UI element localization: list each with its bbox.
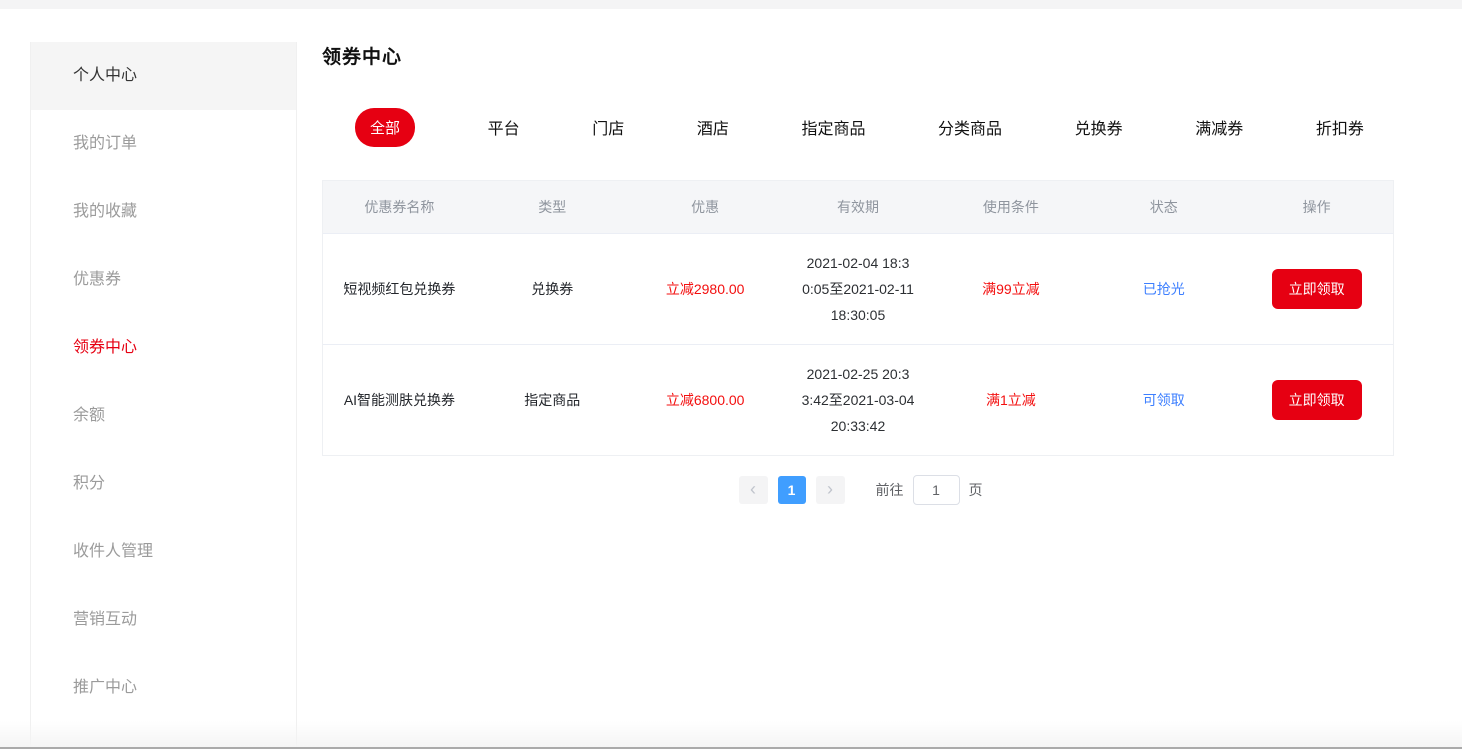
sidebar-item-my-orders[interactable]: 我的订单 [31,110,296,178]
col-header-coupon-name: 优惠券名称 [323,197,476,217]
coupon-action-cell: 立即领取 [1240,380,1393,420]
prev-page-button[interactable]: ‹ [739,476,768,504]
sidebar-item-balance[interactable]: 余额 [31,382,296,450]
tab-exchange-coupon[interactable]: 兑换券 [1075,115,1123,139]
chevron-left-icon: ‹ [750,480,756,498]
tab-full-reduction-coupon[interactable]: 满减券 [1195,115,1243,139]
coupon-action-cell: 立即领取 [1240,269,1393,309]
validity-line: 20:33:42 [788,413,929,439]
col-header-status: 状态 [1087,197,1240,217]
coupon-condition: 满1立减 [934,390,1087,410]
coupon-validity: 2021-02-25 20:3 3:42至2021-03-04 20:33:42 [782,361,935,439]
goto-page-label: 前往 [876,480,904,500]
coupon-table: 优惠券名称 类型 优惠 有效期 使用条件 状态 操作 短视频红包兑换券 兑换券 … [322,180,1394,456]
bottom-fade [0,721,1462,749]
col-header-validity: 有效期 [782,197,935,217]
tab-specified-goods[interactable]: 指定商品 [801,115,865,139]
coupon-type: 指定商品 [476,390,629,410]
sidebar-item-personal-center[interactable]: 个人中心 [31,42,296,110]
tab-store[interactable]: 门店 [592,115,624,139]
tab-all[interactable]: 全部 [355,108,415,147]
validity-line: 2021-02-04 18:3 [788,250,929,276]
coupon-discount: 立减6800.00 [629,390,782,410]
tab-category-goods[interactable]: 分类商品 [938,115,1002,139]
coupon-type: 兑换券 [476,279,629,299]
claim-now-button[interactable]: 立即领取 [1272,380,1362,420]
tab-platform[interactable]: 平台 [488,115,520,139]
validity-line: 2021-02-25 20:3 [788,361,929,387]
sidebar-item-promotion-center[interactable]: 推广中心 [31,654,296,722]
validity-line: 3:42至2021-03-04 [788,387,929,413]
coupon-status: 已抢光 [1087,279,1240,299]
coupon-validity: 2021-02-04 18:3 0:05至2021-02-11 18:30:05 [782,250,935,328]
coupon-name: 短视频红包兑换券 [323,279,476,299]
col-header-discount: 优惠 [629,197,782,217]
table-row: AI智能测肤兑换券 指定商品 立减6800.00 2021-02-25 20:3… [323,344,1393,455]
tab-hotel[interactable]: 酒店 [697,115,729,139]
table-row: 短视频红包兑换券 兑换券 立减2980.00 2021-02-04 18:3 0… [323,233,1393,344]
coupon-discount: 立减2980.00 [629,279,782,299]
chevron-right-icon: › [827,480,833,498]
main-content: 领券中心 全部 平台 门店 酒店 指定商品 分类商品 兑换券 满减券 折扣券 优… [322,42,1394,742]
col-header-condition: 使用条件 [934,197,1087,217]
sidebar: 个人中心 我的订单 我的收藏 优惠券 领券中心 余额 积分 收件人管理 营销互动… [30,42,297,747]
sidebar-item-recipient-management[interactable]: 收件人管理 [31,518,296,586]
coupon-category-tabs: 全部 平台 门店 酒店 指定商品 分类商品 兑换券 满减券 折扣券 [322,108,1394,146]
next-page-button[interactable]: › [816,476,845,504]
pagination: ‹ 1 › 前往 页 [322,475,1394,505]
top-bar [0,0,1462,9]
coupon-status: 可领取 [1087,390,1240,410]
sidebar-item-my-favorites[interactable]: 我的收藏 [31,178,296,246]
validity-line: 0:05至2021-02-11 [788,276,929,302]
sidebar-item-marketing-interaction[interactable]: 营销互动 [31,586,296,654]
page-title: 领券中心 [322,42,402,69]
goto-page-input[interactable] [913,475,960,505]
coupon-name: AI智能测肤兑换券 [323,390,476,410]
sidebar-item-points[interactable]: 积分 [31,450,296,518]
validity-line: 18:30:05 [788,302,929,328]
sidebar-item-coupons[interactable]: 优惠券 [31,246,296,314]
page-unit-label: 页 [969,480,983,500]
tab-discount-coupon[interactable]: 折扣券 [1316,115,1364,139]
col-header-type: 类型 [476,197,629,217]
table-header-row: 优惠券名称 类型 优惠 有效期 使用条件 状态 操作 [323,181,1393,233]
claim-now-button[interactable]: 立即领取 [1272,269,1362,309]
sidebar-item-coupon-center[interactable]: 领券中心 [31,314,296,382]
page-number-1[interactable]: 1 [778,476,806,504]
col-header-action: 操作 [1240,197,1393,217]
coupon-condition: 满99立减 [934,279,1087,299]
